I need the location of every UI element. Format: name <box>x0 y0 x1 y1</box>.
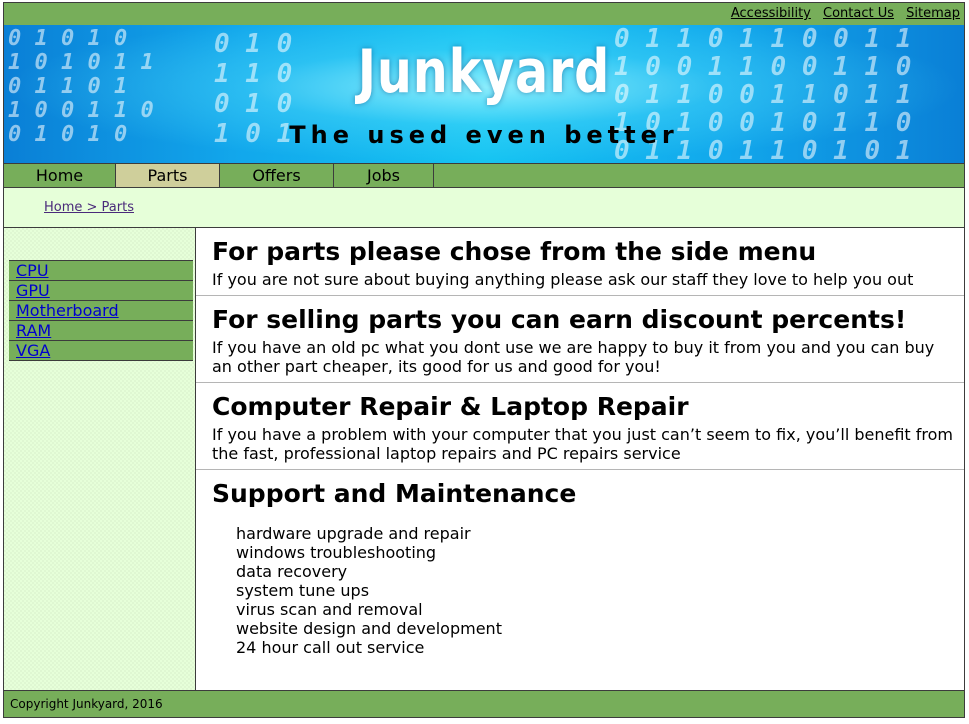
nav-jobs[interactable]: Jobs <box>334 164 434 187</box>
accessibility-link[interactable]: Accessibility <box>731 6 811 21</box>
parts-info-section: For parts please chose from the side men… <box>196 228 964 296</box>
nav-home[interactable]: Home <box>4 164 116 187</box>
section-heading: Support and Maintenance <box>212 479 577 508</box>
main-nav: Home Parts Offers Jobs <box>4 163 964 188</box>
footer: Copyright Junkyard, 2016 <box>4 690 964 717</box>
sidebar-item-cpu: CPU <box>9 261 193 281</box>
side-menu: CPU GPU Motherboard RAM VGA <box>9 260 193 361</box>
site-logo-title: Junkyard <box>357 37 611 107</box>
sidebar-link-ram[interactable]: RAM <box>16 321 51 340</box>
copyright-text: Copyright Junkyard, 2016 <box>10 697 163 711</box>
support-section: Support and Maintenance hardware upgrade… <box>196 470 964 663</box>
section-heading: Computer Repair & Laptop Repair <box>212 392 689 421</box>
sidebar-link-cpu[interactable]: CPU <box>16 261 49 280</box>
section-heading: For parts please chose from the side men… <box>212 237 817 266</box>
header-banner: 0 1 0 1 01 0 1 0 1 10 1 1 0 11 0 0 1 1 0… <box>4 25 964 163</box>
site-tagline: The used even better <box>289 121 679 149</box>
page: Accessibility Contact Us Sitemap 0 1 0 1… <box>3 2 965 718</box>
sidebar-item-ram: RAM <box>9 321 193 341</box>
repair-section: Computer Repair & Laptop Repair If you h… <box>196 383 964 470</box>
sidebar-item-motherboard: Motherboard <box>9 301 193 321</box>
nav-parts[interactable]: Parts <box>116 164 220 187</box>
sidebar-item-gpu: GPU <box>9 281 193 301</box>
section-text: If you are not sure about buying anythin… <box>212 270 914 289</box>
section-text: If you have an old pc what you dont use … <box>212 338 935 376</box>
list-item: website design and development <box>236 619 502 638</box>
main-content: For parts please chose from the side men… <box>196 228 964 690</box>
list-item: virus scan and removal <box>236 600 423 619</box>
sidebar: CPU GPU Motherboard RAM VGA <box>4 228 196 690</box>
list-item: system tune ups <box>236 581 370 600</box>
sidebar-link-gpu[interactable]: GPU <box>16 281 50 300</box>
sidebar-link-vga[interactable]: VGA <box>16 341 50 360</box>
contact-us-link[interactable]: Contact Us <box>823 6 894 21</box>
service-list: hardware upgrade and repair windows trou… <box>212 524 964 657</box>
sell-parts-section: For selling parts you can earn discount … <box>196 296 964 383</box>
list-item: windows troubleshooting <box>236 543 437 562</box>
list-item: hardware upgrade and repair <box>236 524 471 543</box>
utility-bar: Accessibility Contact Us Sitemap <box>4 3 964 25</box>
section-heading: For selling parts you can earn discount … <box>212 305 907 334</box>
section-text: If you have a problem with your computer… <box>212 425 953 463</box>
list-item: data recovery <box>236 562 348 581</box>
sidebar-item-vga: VGA <box>9 341 193 361</box>
breadcrumb-link[interactable]: Home > Parts <box>44 200 134 215</box>
breadcrumb: Home > Parts <box>4 188 964 228</box>
sidebar-link-motherboard[interactable]: Motherboard <box>16 301 119 320</box>
list-item: 24 hour call out service <box>236 638 425 657</box>
nav-offers[interactable]: Offers <box>220 164 334 187</box>
sitemap-link[interactable]: Sitemap <box>906 6 960 21</box>
